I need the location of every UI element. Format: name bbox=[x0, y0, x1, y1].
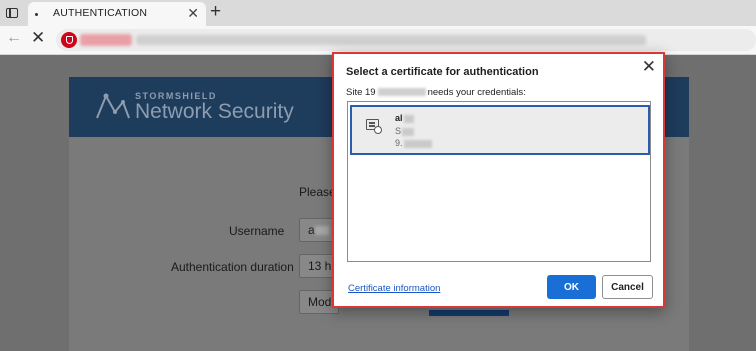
site-suffix: needs your credentials: bbox=[427, 87, 526, 98]
url-redacted-path bbox=[136, 35, 646, 45]
brand-name-main: Network Security bbox=[135, 100, 294, 123]
dialog-title: Select a certificate for authentication bbox=[346, 66, 539, 78]
tab-strip: AUTHENTICATION ✕ + bbox=[0, 0, 756, 26]
login-prompt: Please bbox=[299, 185, 336, 199]
address-bar[interactable] bbox=[56, 29, 756, 51]
certificate-issuer: S bbox=[395, 126, 415, 136]
tab-actions-button[interactable] bbox=[3, 4, 21, 22]
tab-title: AUTHENTICATION bbox=[53, 7, 148, 19]
stop-loading-button[interactable]: ✕ bbox=[31, 28, 45, 48]
certificate-date: 9. bbox=[395, 138, 432, 148]
favicon-icon bbox=[35, 13, 38, 16]
username-label: Username bbox=[229, 224, 285, 238]
not-secure-icon[interactable] bbox=[61, 32, 77, 48]
back-button[interactable]: ← bbox=[6, 29, 22, 47]
cancel-button[interactable]: Cancel bbox=[602, 275, 653, 299]
dialog-subtitle: Site 19 needs your credentials: bbox=[346, 87, 526, 98]
url-redacted-scheme bbox=[80, 34, 132, 46]
new-tab-button[interactable]: + bbox=[210, 0, 221, 24]
active-tab[interactable]: AUTHENTICATION ✕ bbox=[28, 2, 206, 26]
close-icon[interactable]: ✕ bbox=[642, 57, 656, 77]
certificate-icon bbox=[366, 119, 382, 134]
certificate-dialog: Select a certificate for authentication … bbox=[332, 52, 665, 308]
browser-toolbar: ← ✕ bbox=[0, 26, 756, 55]
certificate-item[interactable]: al S 9. bbox=[350, 105, 650, 155]
tab-close-icon[interactable]: ✕ bbox=[187, 5, 199, 22]
site-prefix: Site 19 bbox=[346, 87, 376, 98]
window-menu-icon bbox=[6, 8, 18, 18]
certificate-list[interactable]: al S 9. bbox=[347, 101, 651, 262]
duration-value: 13 h bbox=[308, 259, 332, 273]
username-value: a bbox=[308, 223, 315, 237]
modify-label: Modi bbox=[308, 295, 335, 309]
certificate-information-link[interactable]: Certificate information bbox=[348, 283, 440, 294]
site-redacted bbox=[377, 88, 426, 97]
username-redacted bbox=[314, 226, 329, 236]
stormshield-logo-icon bbox=[96, 93, 130, 119]
login-button[interactable] bbox=[429, 310, 509, 316]
ok-button[interactable]: OK bbox=[547, 275, 596, 299]
certificate-subject: al bbox=[395, 113, 414, 123]
duration-label: Authentication duration bbox=[171, 260, 294, 274]
